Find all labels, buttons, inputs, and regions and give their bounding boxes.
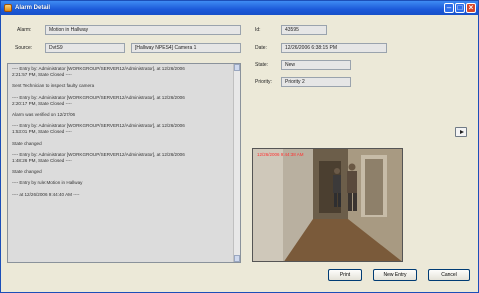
log-scrollbar[interactable]	[233, 64, 240, 262]
source-field[interactable]: DvtS9	[45, 43, 125, 53]
cancel-button[interactable]: Cancel	[428, 269, 470, 281]
play-button[interactable]	[455, 127, 467, 137]
alarm-detail-window: Alarm Detail – □ × Alarm: Motion in Hall…	[0, 0, 479, 293]
state-field[interactable]: New	[281, 60, 351, 70]
log-entries-textarea[interactable]: ---- Entry by: Administrator [WORKGROUP/…	[7, 63, 241, 263]
id-field[interactable]: 43595	[281, 25, 327, 35]
log-line: ---- at 12/26/2006 9:44:40 AM ----	[12, 191, 80, 197]
window-title: Alarm Detail	[15, 5, 51, 11]
alarm-app-icon	[4, 4, 12, 12]
camera-video-frame[interactable]: 12/26/2006 9:44:38 AM	[252, 148, 403, 262]
scroll-down-icon[interactable]	[234, 255, 240, 262]
hallway-scene: 12/26/2006 9:44:38 AM	[253, 149, 402, 261]
close-button[interactable]: ×	[466, 3, 476, 13]
title-bar[interactable]: Alarm Detail – □ ×	[1, 1, 478, 15]
print-button[interactable]: Print	[328, 269, 362, 281]
id-label: Id:	[255, 27, 261, 33]
priority-field[interactable]: Priority 2	[281, 77, 351, 87]
camera-field[interactable]: [Hallway NPES4] Camera 1	[131, 43, 241, 53]
maximize-button[interactable]: □	[455, 3, 465, 13]
state-label: State:	[255, 62, 269, 68]
video-timestamp: 12/26/2006 9:44:38 AM	[257, 152, 304, 157]
alarm-field[interactable]: Motion in Hallway	[45, 25, 241, 35]
date-label: Date:	[255, 45, 267, 51]
log-text: ---- Entry by: Administrator [WORKGROUP/…	[8, 64, 240, 200]
date-field[interactable]: 12/26/2006 6:38:15 PM	[281, 43, 387, 53]
source-label: Source:	[15, 45, 33, 51]
new-entry-button[interactable]: New Entry	[373, 269, 417, 281]
priority-label: Priority:	[255, 79, 272, 85]
minimize-button[interactable]: –	[444, 3, 454, 13]
alarm-label: Alarm:	[17, 27, 32, 33]
scroll-up-icon[interactable]	[234, 64, 240, 71]
